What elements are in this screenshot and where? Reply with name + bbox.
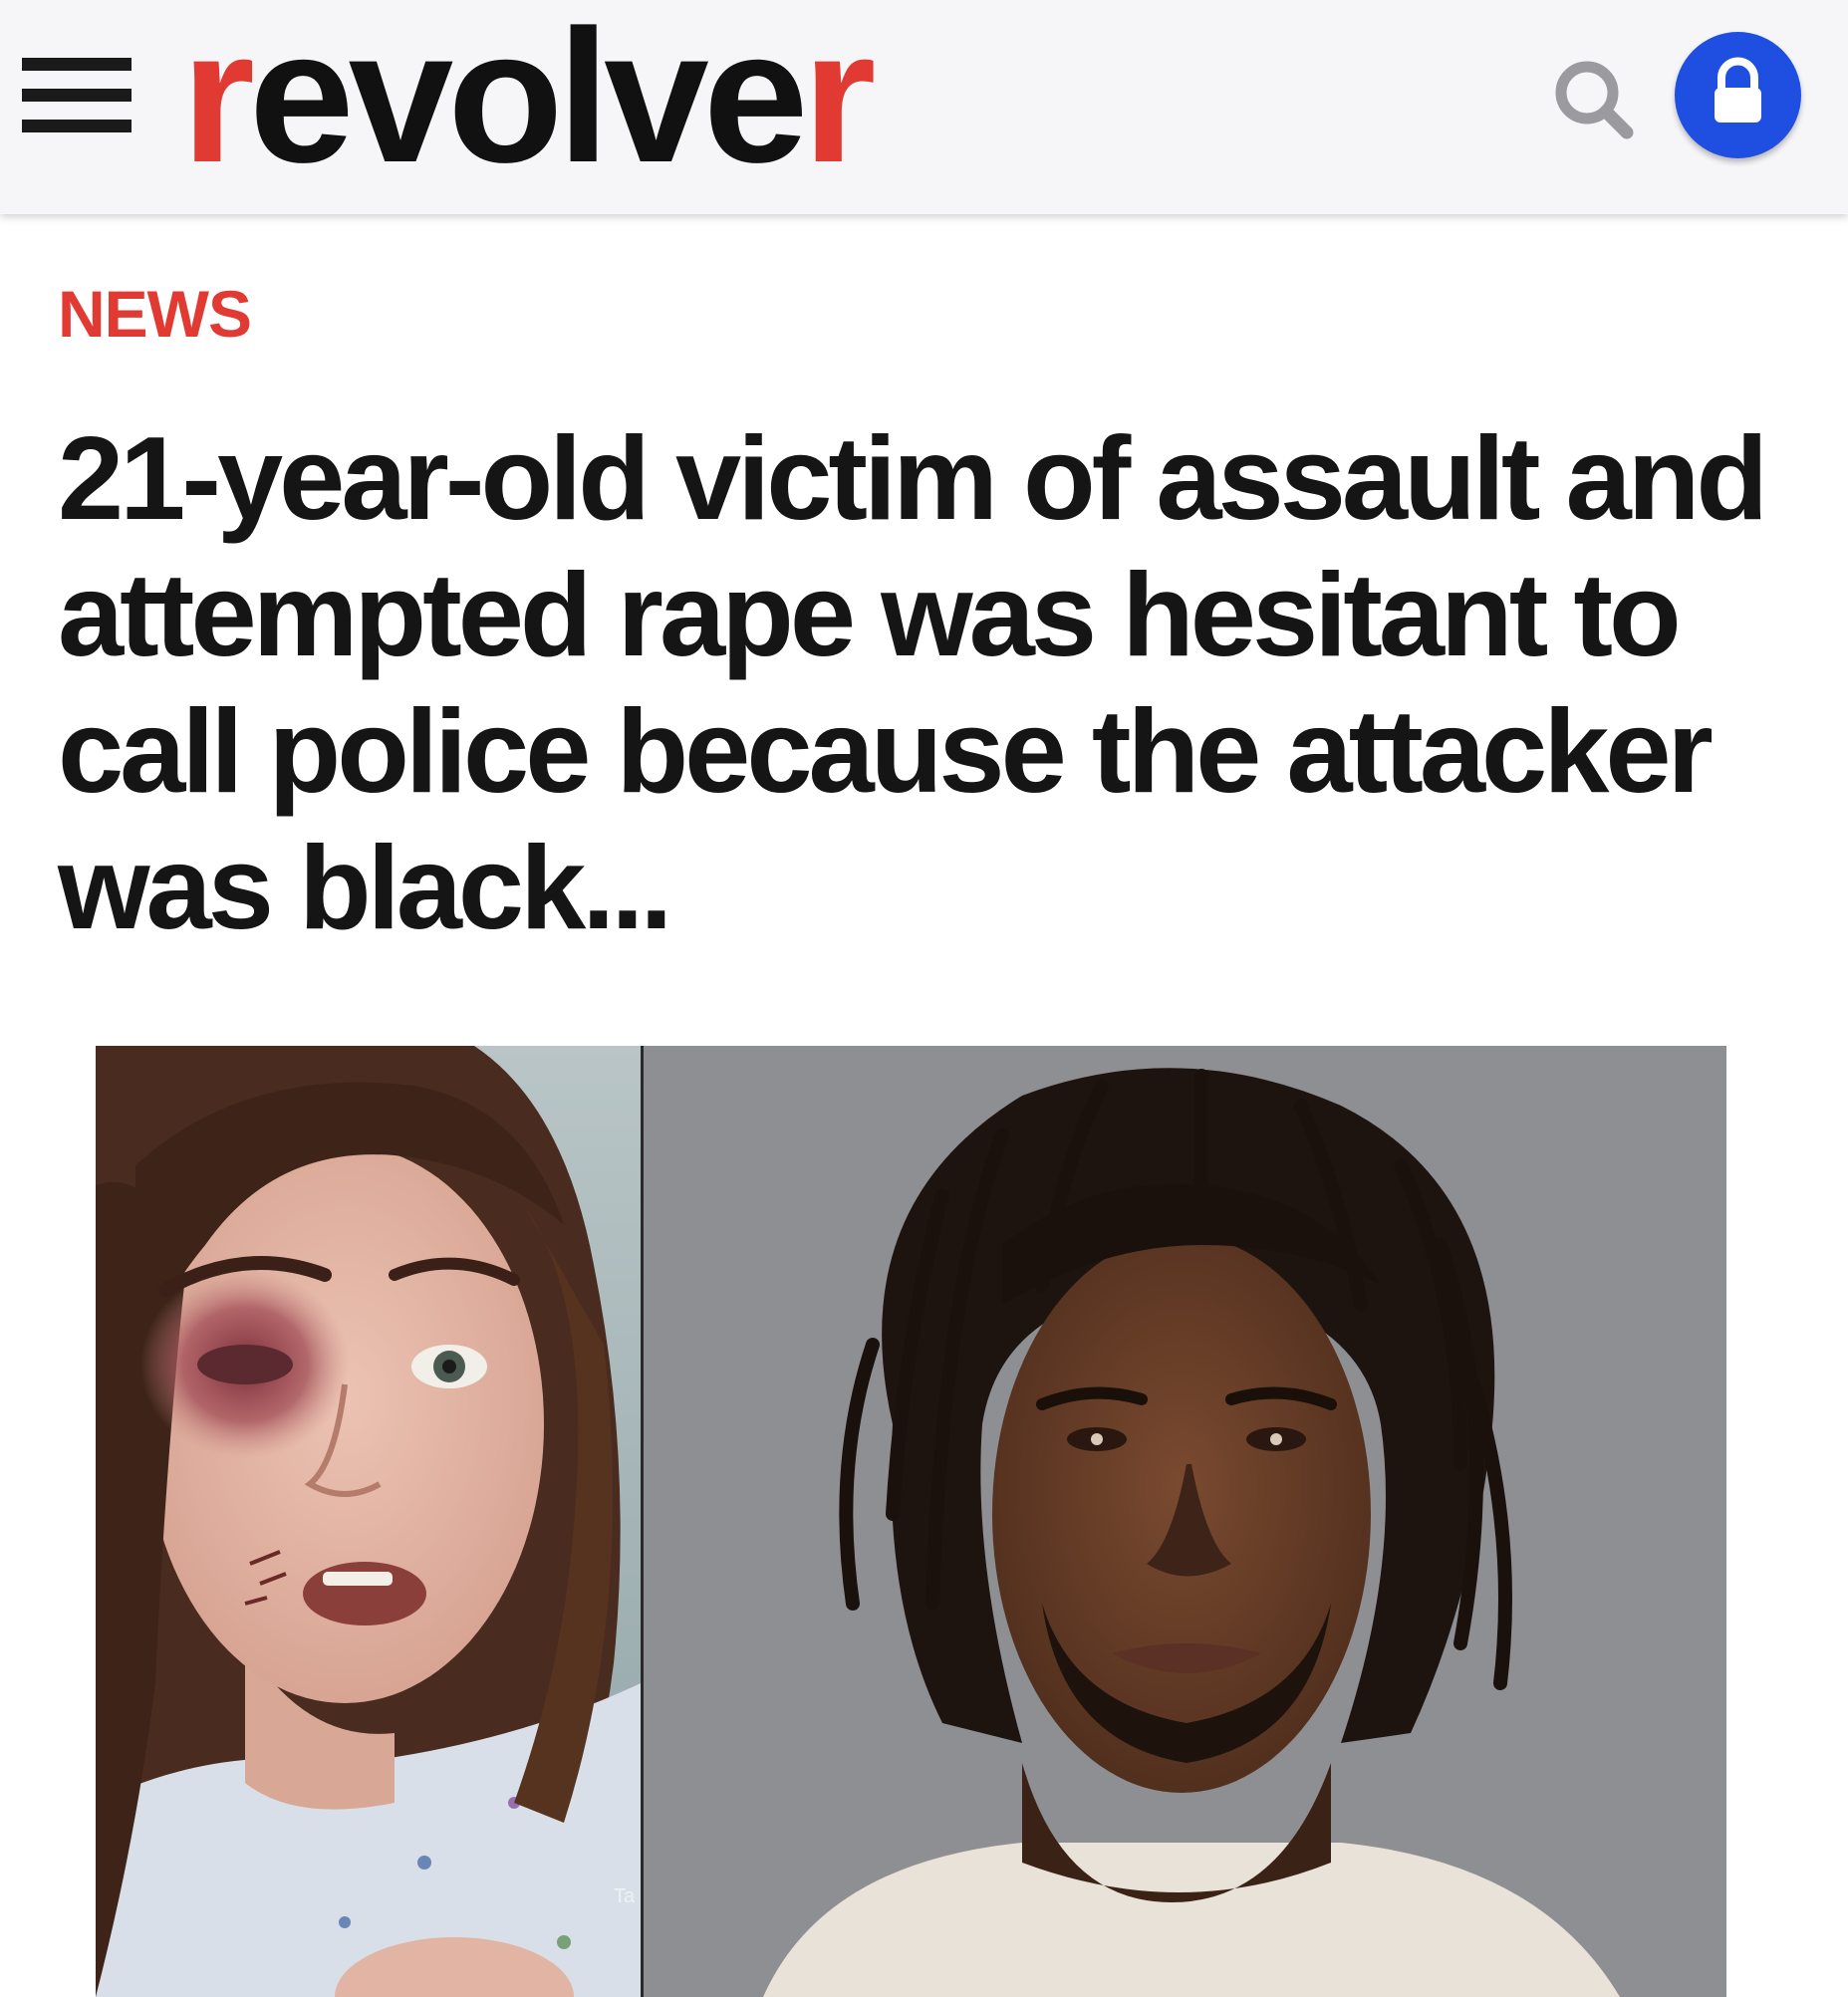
article-headline: 21-year-old victim of assault and attemp… [58,412,1768,954]
search-icon[interactable] [1549,55,1639,144]
menu-line [22,120,132,132]
article-hero-image: Ta [96,1046,1726,1997]
hamburger-menu-icon[interactable] [22,58,132,133]
overlay-text-fragment: Ta [614,1885,636,1907]
menu-line [22,89,132,102]
suspect-photo [644,1046,1726,1997]
lock-icon[interactable] [1675,32,1801,158]
logo-letter-r-start: r [181,0,255,202]
top-navigation-bar: revolver [0,0,1848,214]
site-logo[interactable]: revolver [181,0,876,214]
logo-text-middle: evolve [248,0,809,202]
logo-letter-r-end: r [802,0,876,202]
category-label[interactable]: NEWS [58,279,252,349]
victim-photo: Ta [96,1046,641,1997]
menu-line [22,58,132,71]
